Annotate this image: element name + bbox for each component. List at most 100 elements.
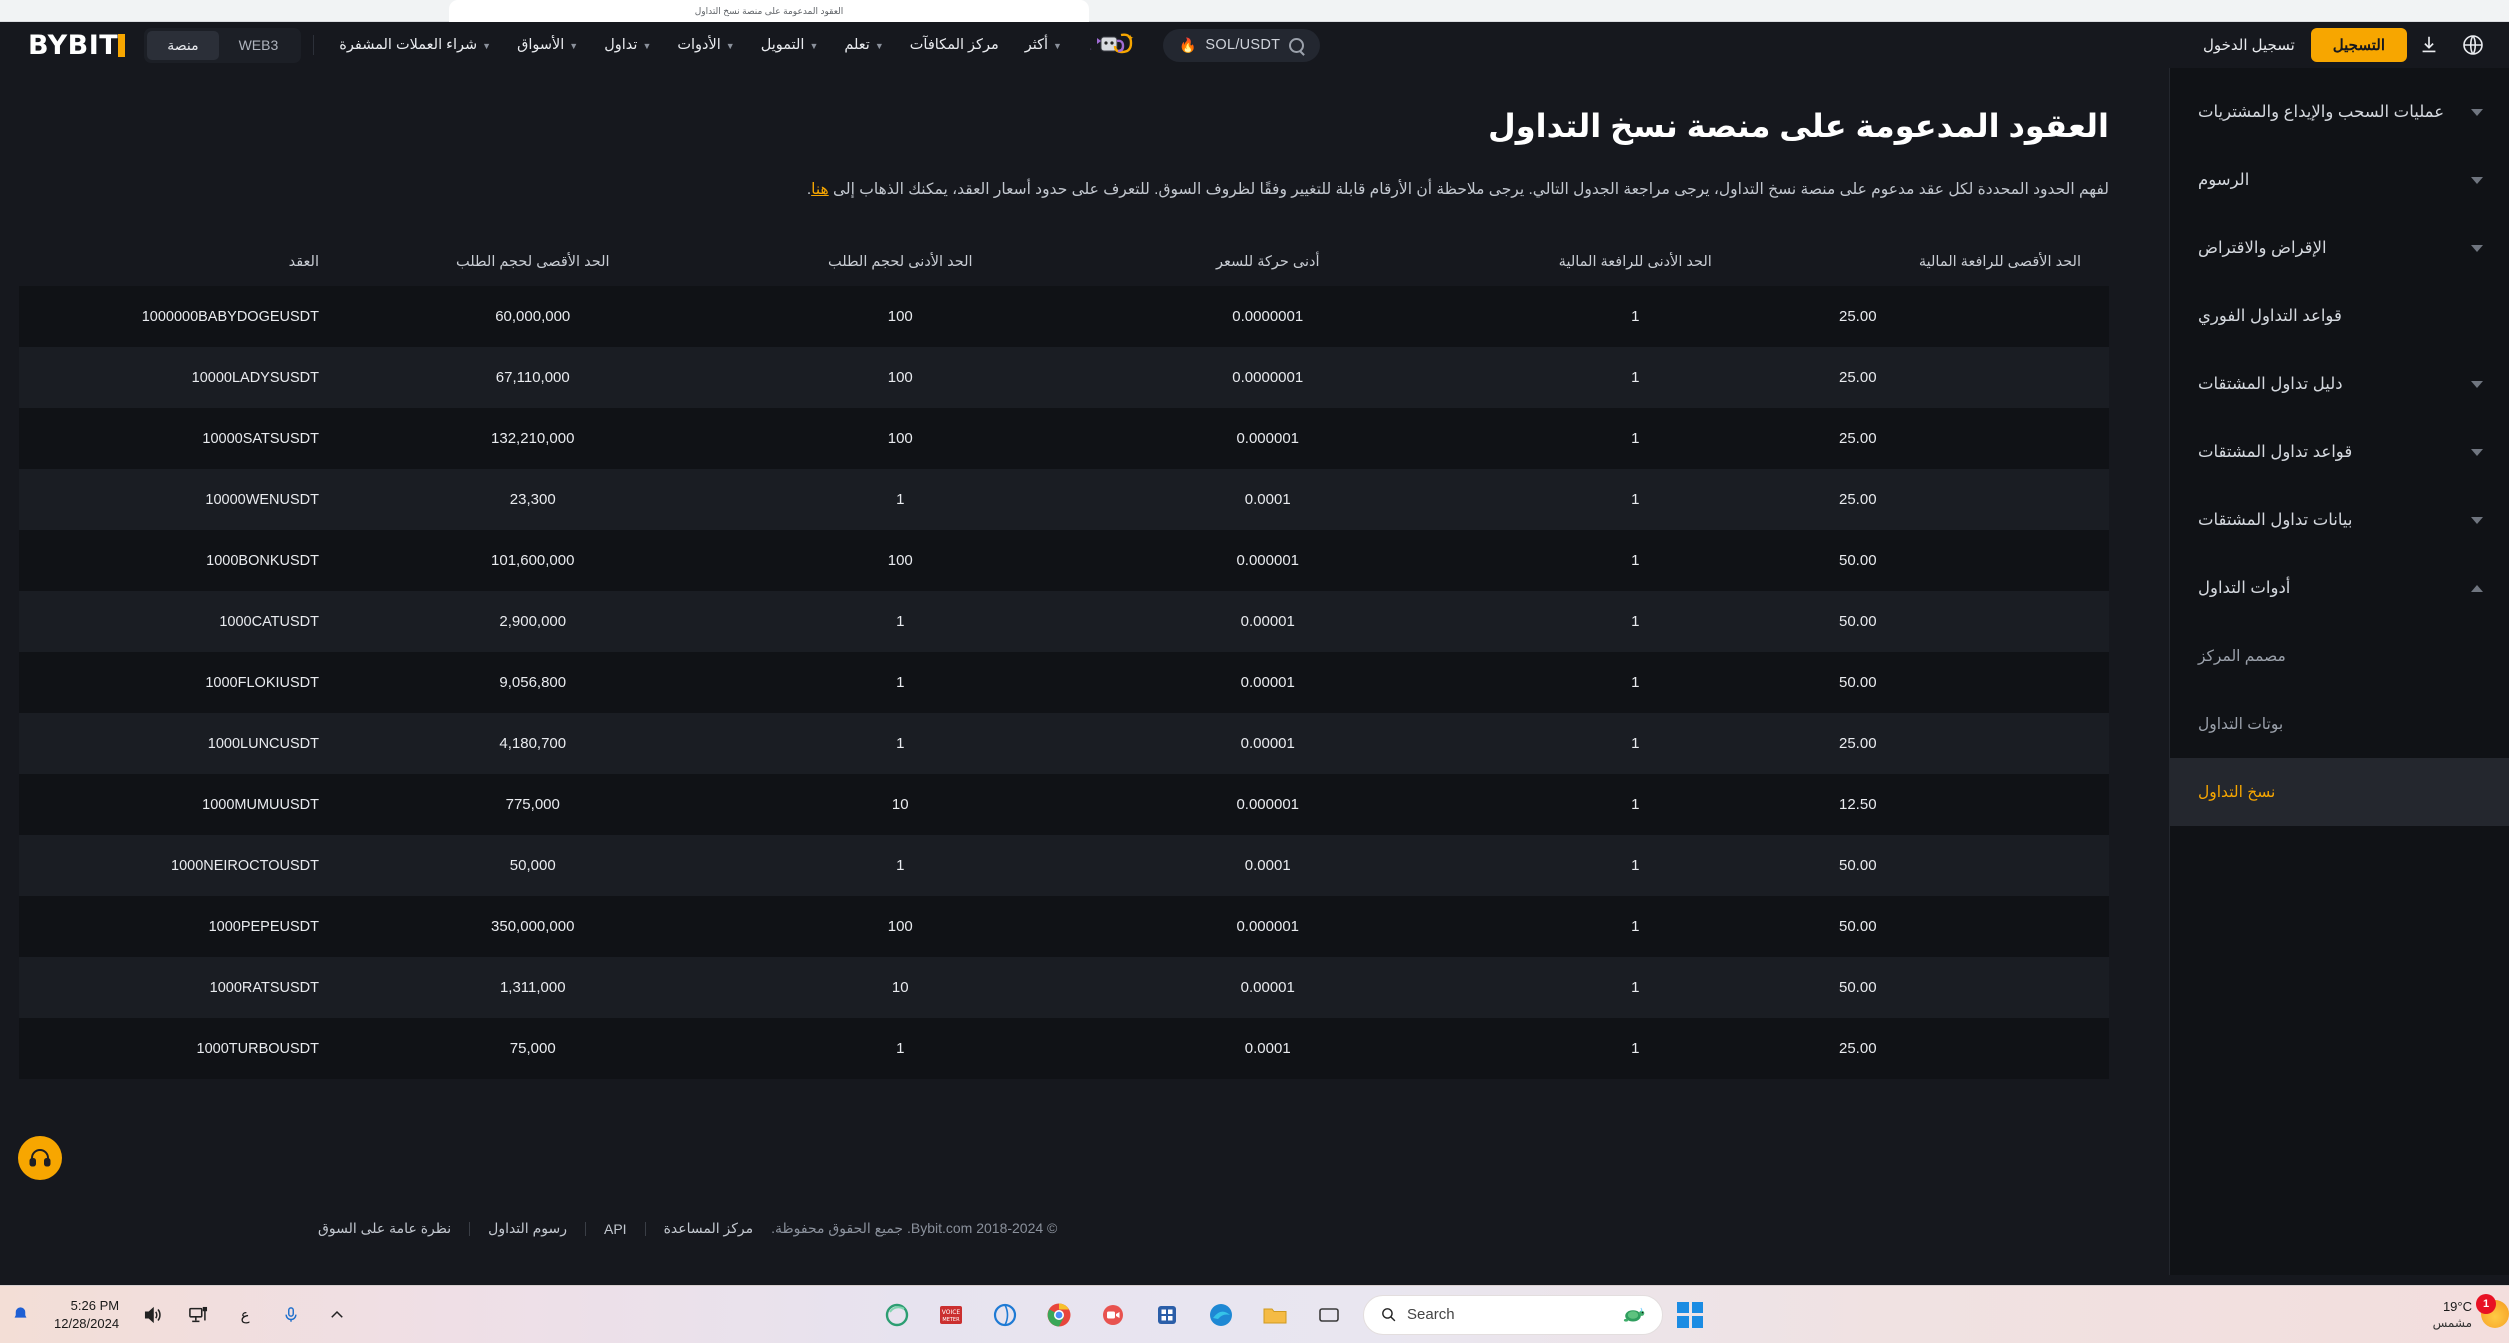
- promo-mascot-icon[interactable]: ✦ ·: [1083, 29, 1145, 61]
- clock-date: 12/28/2024: [54, 1315, 120, 1331]
- footer-links: نظرة عامة على السوق رسوم التداول API مرك…: [300, 1220, 771, 1237]
- cell-max-order: 23,300: [509, 491, 556, 509]
- support-chat-button[interactable]: [18, 1136, 62, 1180]
- sidebar-item-trading-tools[interactable]: أدوات التداول: [2170, 554, 2509, 622]
- task-view-icon[interactable]: [1309, 1295, 1349, 1335]
- taskbar-search-box[interactable]: Search: [1363, 1294, 1664, 1335]
- cell-tick-size: 0.0000001: [1232, 308, 1304, 326]
- segment-platform[interactable]: منصة: [147, 30, 219, 60]
- globe-svg: [2463, 35, 2483, 55]
- sidebar-item-label: بوتات التداول: [2198, 715, 2284, 733]
- voicemeeter-icon[interactable]: VOICE METER: [931, 1295, 971, 1335]
- description-link-here[interactable]: هنا: [811, 181, 829, 198]
- table-row: 50.00 1 0.00001 1 9,056,800 1000FLOKIUSDT: [19, 652, 2109, 714]
- svg-text:·: ·: [1090, 46, 1092, 53]
- nav-item-markets[interactable]: الأسواق ▼: [504, 37, 591, 53]
- download-svg: [2422, 36, 2436, 53]
- nav-item-tools[interactable]: الأدوات ▼: [664, 37, 747, 53]
- sidebar-item-derivatives-data[interactable]: بيانات تداول المشتقات: [2170, 486, 2509, 554]
- sidebar-item-fees[interactable]: الرسوم: [2170, 146, 2509, 214]
- table-row: 50.00 1 0.0001 1 50,000 1000NEIROCTOUSDT: [19, 835, 2109, 897]
- market-search-box[interactable]: 🔥 SOL/USDT: [1162, 28, 1321, 62]
- nav-label: الأسواق: [517, 37, 565, 53]
- table-row: 50.00 1 0.00001 10 1,311,000 1000RATSUSDT: [19, 957, 2109, 1019]
- cell-min-leverage: 1: [1631, 674, 1640, 692]
- footer-link-help-center[interactable]: مركز المساعدة: [646, 1220, 772, 1237]
- nav-item-finance[interactable]: التمويل ▼: [748, 37, 832, 53]
- file-explorer-icon[interactable]: [1255, 1295, 1295, 1335]
- chevron-down-icon: ▼: [642, 41, 652, 51]
- sidebar-item-derivatives-guide[interactable]: دليل تداول المشتقات: [2170, 350, 2509, 418]
- cell-contract: 1000CATUSDT: [19, 591, 349, 652]
- nav-item-trade[interactable]: تداول ▼: [591, 37, 664, 53]
- segment-web3[interactable]: WEB3: [219, 31, 299, 59]
- login-link[interactable]: تسجيل الدخول: [2203, 36, 2295, 54]
- cell-contract-text: 10000SATSUSDT: [202, 430, 319, 447]
- edge-icon[interactable]: [1201, 1295, 1241, 1335]
- sidebar-item-trading-bots[interactable]: بوتات التداول: [2170, 690, 2509, 758]
- edge-dev-icon[interactable]: [877, 1295, 917, 1335]
- cell-max-order: 75,000: [509, 1040, 556, 1058]
- bybit-logo[interactable]: BYBIT: [28, 30, 126, 61]
- chevron-down-icon: ▼: [809, 41, 819, 51]
- chevron-down-icon[interactable]: [2471, 448, 2483, 456]
- cell-tick-size: 0.00001: [1240, 735, 1295, 753]
- platform-web3-switch[interactable]: منصة WEB3: [144, 27, 302, 63]
- browser-app-icon[interactable]: [985, 1295, 1025, 1335]
- cell-min-leverage: 1: [1631, 796, 1640, 814]
- chevron-up-icon[interactable]: [2471, 584, 2483, 592]
- sidebar-item-derivatives-rules[interactable]: قواعد تداول المشتقات: [2170, 418, 2509, 486]
- microphone-icon[interactable]: [271, 1295, 311, 1335]
- sidebar-item-deposits-withdrawals[interactable]: عمليات السحب والإيداع والمشتريات: [2170, 78, 2509, 146]
- browser-chrome-strip: العقود المدعومة على منصة نسخ التداول: [0, 0, 2509, 22]
- chevron-up-icon[interactable]: [317, 1295, 357, 1335]
- store-svg: [1158, 1305, 1177, 1324]
- table-header-row: الحد الأقصى للرافعة المالية الحد الأدنى …: [19, 238, 2109, 286]
- footer-link-market-overview[interactable]: نظرة عامة على السوق: [300, 1220, 469, 1237]
- search-icon[interactable]: [1289, 37, 1305, 53]
- volume-svg: [145, 1306, 161, 1323]
- nav-item-learn[interactable]: تعلم ▼: [831, 37, 896, 53]
- cell-max-leverage: 50.00: [1819, 530, 2109, 591]
- cell-min-order: 1: [896, 857, 905, 875]
- cell-max-order: 1,311,000: [499, 979, 566, 997]
- network-icon[interactable]: [179, 1295, 219, 1335]
- cell-max-order: 60,000,000: [495, 308, 571, 326]
- arabic-input-indicator[interactable]: ع: [225, 1295, 265, 1335]
- nav-item-rewards-hub[interactable]: مركز المكافآت: [897, 37, 1012, 53]
- chevron-down-icon[interactable]: [2471, 108, 2483, 116]
- footer-link-api[interactable]: API: [586, 1221, 645, 1237]
- taskbar-clock[interactable]: 5:26 PM 12/28/2024: [46, 1297, 127, 1332]
- cell-max-leverage-text: 50.00: [1839, 918, 1877, 936]
- windows-start-icon[interactable]: [1677, 1301, 1704, 1328]
- microsoft-store-icon[interactable]: [1147, 1295, 1187, 1335]
- table-row: 50.00 1 0.000001 100 101,600,000 1000BONKUSDT: [19, 530, 2109, 592]
- volume-icon[interactable]: [133, 1295, 173, 1335]
- chevron-down-icon[interactable]: [2471, 516, 2483, 524]
- nav-item-buy-crypto[interactable]: شراء العملات المشفرة ▼: [326, 37, 504, 53]
- taskbar-weather-widget[interactable]: 1 19°C مشمس: [2209, 1294, 2509, 1332]
- sidebar-item-spot-trading-rules[interactable]: قواعد التداول الفوري: [2170, 282, 2509, 350]
- chevron-down-icon[interactable]: [2471, 176, 2483, 184]
- sidebar-item-label: عمليات السحب والإيداع والمشتريات: [2198, 103, 2445, 121]
- sidebar-item-position-builder[interactable]: مصمم المركز: [2170, 622, 2509, 690]
- chevron-down-icon: ▼: [1053, 41, 1062, 51]
- svg-text:✦: ✦: [1126, 33, 1134, 43]
- zoom-app-icon[interactable]: [1093, 1295, 1133, 1335]
- nav-label: الأدوات: [677, 37, 721, 53]
- chevron-down-icon[interactable]: [2471, 380, 2483, 388]
- signup-button[interactable]: التسجيل: [2310, 28, 2407, 62]
- language-globe-icon[interactable]: [2456, 28, 2490, 62]
- chevron-down-icon[interactable]: [2471, 244, 2483, 252]
- chrome-icon[interactable]: [1039, 1295, 1079, 1335]
- browser-tab[interactable]: العقود المدعومة على منصة نسخ التداول: [449, 0, 1089, 22]
- nav-item-more[interactable]: أكثر ▼: [1012, 37, 1075, 53]
- sidebar-item-copy-trading[interactable]: نسخ التداول: [2170, 758, 2509, 826]
- download-app-icon[interactable]: [2412, 28, 2446, 62]
- microphone-svg: [285, 1306, 297, 1322]
- footer-link-trading-fees[interactable]: رسوم التداول: [470, 1220, 585, 1237]
- sidebar-item-lending-borrowing[interactable]: الإقراض والاقتراض: [2170, 214, 2509, 282]
- cell-min-leverage: 1: [1631, 369, 1640, 387]
- page-title: العقود المدعومة على منصة نسخ التداول: [1488, 108, 2109, 144]
- notification-bell-icon[interactable]: [0, 1295, 40, 1335]
